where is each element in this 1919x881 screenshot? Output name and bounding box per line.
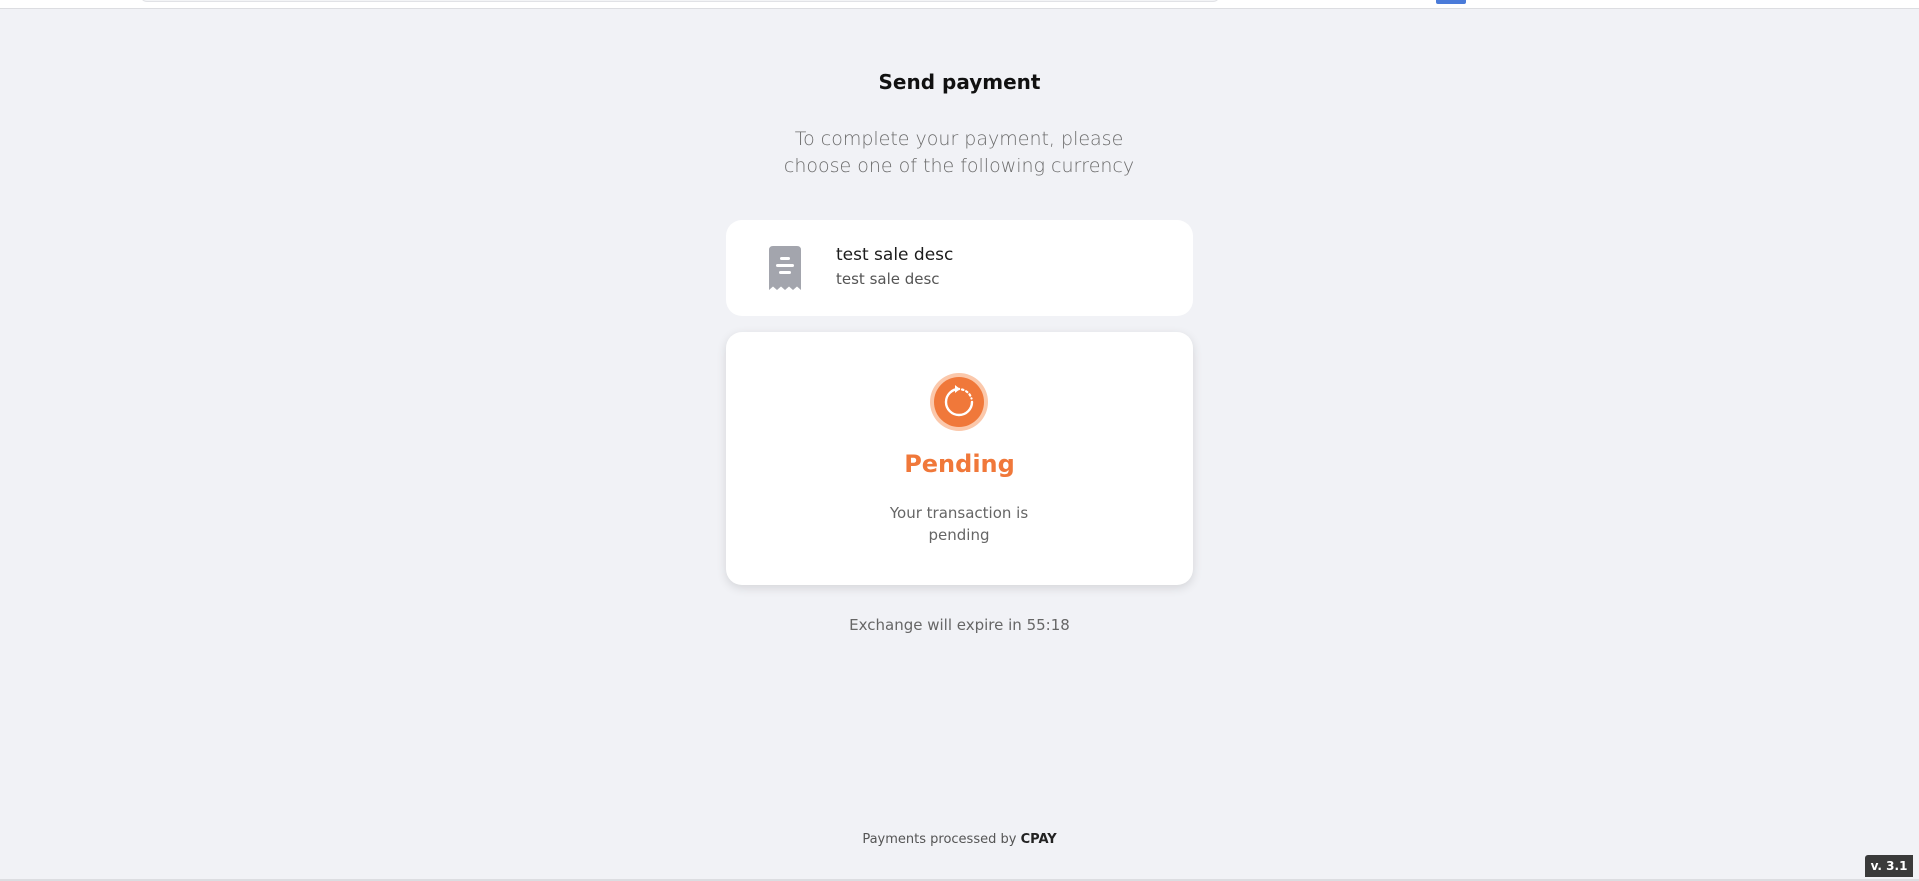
status-message: Your transaction is pending bbox=[889, 504, 1029, 544]
transaction-status-card: Pending Your transaction is pending bbox=[726, 332, 1193, 585]
page-title: Send payment bbox=[878, 70, 1041, 94]
status-title: Pending bbox=[904, 450, 1015, 478]
page-subtitle: To complete your payment, please choose … bbox=[783, 128, 1135, 177]
pending-refresh-icon bbox=[930, 373, 988, 431]
payment-footer: Payments processed by CPAY bbox=[0, 832, 1919, 847]
sale-title: test sale desc bbox=[836, 245, 954, 265]
footer-prefix: Payments processed by bbox=[862, 832, 1017, 847]
expiry-timer: Exchange will expire in 55:18 bbox=[849, 616, 1070, 634]
receipt-icon bbox=[769, 246, 801, 290]
payment-page: Send payment To complete your payment, p… bbox=[0, 0, 1919, 881]
footer-brand: CPAY bbox=[1020, 832, 1057, 847]
sale-description: test sale desc bbox=[836, 270, 940, 288]
sale-description-card: test sale desc test sale desc bbox=[726, 220, 1193, 316]
version-badge: v. 3.1 bbox=[1865, 855, 1913, 877]
